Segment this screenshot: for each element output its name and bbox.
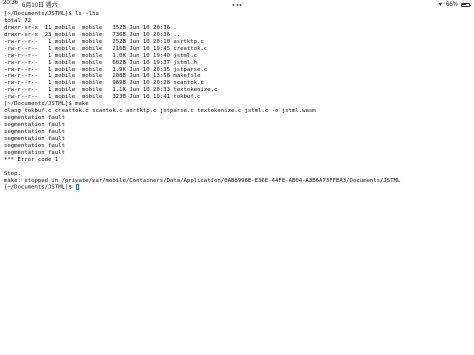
- status-right: ▼ 66%: [438, 2, 474, 8]
- terminal-line: drwxr-xr-x 11 mobile mobile 352B Jun 10 …: [4, 24, 177, 31]
- battery-icon: [461, 2, 471, 7]
- terminal-line: [~/Documents/JSTML]$ make: [4, 101, 89, 108]
- dot-icon: [232, 3, 235, 6]
- terminal-line: [~/Documents/JSTML]$ ls -lha: [4, 11, 99, 17]
- terminal-line: segmentation fault: [4, 128, 65, 135]
- terminal-line: -rw-r--r-- 1 mobile mobile 1.9K Jun 10 2…: [4, 66, 208, 73]
- dot-icon: [239, 3, 242, 6]
- battery-percent: 66%: [445, 1, 458, 8]
- terminal-line: -rw-r--r-- 1 mobile mobile 208B Jun 10 1…: [4, 73, 201, 80]
- dot-icon: [236, 3, 238, 6]
- terminal-line: -rw-r--r-- 1 mobile mobile 252B Jun 10 2…: [4, 38, 204, 45]
- multitasking-dots[interactable]: [232, 3, 242, 6]
- terminal-prompt-line[interactable]: [~/Documents/JSTML]$: [4, 184, 470, 191]
- terminal-line: segmentation fault: [4, 135, 65, 142]
- status-bar: 20:36 6月10日 週六 ▼ 66%: [0, 0, 474, 9]
- terminal-line: segmentation fault: [4, 122, 65, 128]
- terminal-line: segmentation fault: [4, 115, 65, 122]
- terminal-output[interactable]: [~/Documents/JSTML]$ ls -lha total 72 drwx…: [4, 11, 470, 191]
- status-left: 20:36 6月10日 週六: [0, 0, 58, 9]
- terminal-line: total 72: [4, 17, 32, 24]
- terminal-line: segmentation fault: [4, 149, 65, 156]
- terminal-line: -rw-r--r-- 1 mobile mobile 216B Jun 10 1…: [4, 45, 208, 52]
- terminal-line: *** Error code 1: [4, 156, 59, 163]
- text-cursor[interactable]: [76, 184, 80, 190]
- status-time: 20:36: [3, 0, 19, 6]
- terminal-line: Stop.: [4, 170, 21, 177]
- terminal-line: clang tokbuf.c creattok.c scantok.c asrt…: [4, 108, 316, 115]
- terminal-line: make: stopped in /private/var/mobile/Con…: [4, 177, 401, 184]
- terminal-line: -rw-r--r-- 1 mobile mobile 602B Jun 10 1…: [4, 59, 198, 66]
- status-date: 6月10日 週六: [22, 3, 58, 9]
- terminal-line: drwxr-xr-x 23 mobile mobile 736B Jun 10 …: [4, 31, 181, 38]
- terminal-line: -rw-r--r-- 1 mobile mobile 1.0K Jun 10 1…: [4, 52, 198, 59]
- terminal-line: -rw-r--r-- 1 mobile mobile 323B Jun 10 1…: [4, 94, 201, 101]
- wifi-icon: ▼: [437, 1, 443, 8]
- terminal-line: -rw-r--r-- 1 mobile mobile 969B Jun 10 2…: [4, 80, 204, 87]
- terminal-line: segmentation fault: [4, 142, 65, 149]
- terminal-prompt: [~/Documents/JSTML]$: [4, 184, 76, 191]
- terminal-line: -rw-r--r-- 1 mobile mobile 1.1K Jun 10 2…: [4, 87, 218, 94]
